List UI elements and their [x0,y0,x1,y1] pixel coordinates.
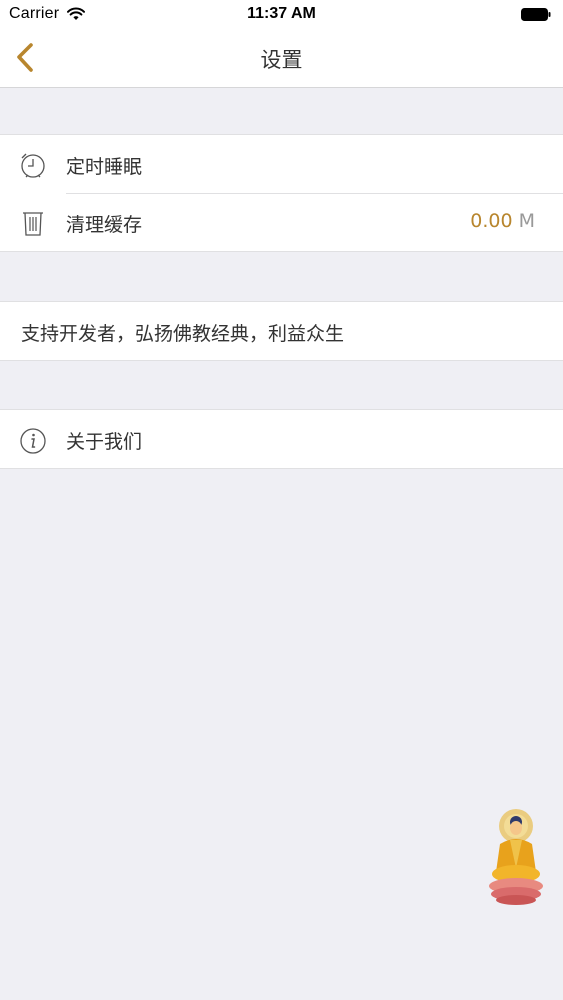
sleep-timer-label: 定时睡眠 [66,156,143,178]
cache-size-unit: M [518,210,535,232]
sleep-timer-row[interactable]: 定时睡眠 [0,135,563,193]
about-us-label: 关于我们 [66,431,143,453]
navigation-bar: 设置 [0,30,563,88]
page-title: 设置 [260,48,303,72]
settings-group-about: 关于我们 [0,409,563,469]
battery-icon [521,8,551,21]
settings-group-support: 支持开发者，弘扬佛教经典，利益众生 [0,301,563,361]
clear-cache-label: 清理缓存 [66,214,143,236]
floating-buddha-button[interactable] [486,808,546,908]
trash-icon [23,212,43,236]
alarm-clock-icon [21,153,45,178]
clear-cache-row[interactable]: 清理缓存 0.00 M [0,193,563,251]
status-bar: Carrier 11:37 AM [0,0,563,30]
support-developer-row[interactable]: 支持开发者，弘扬佛教经典，利益众生 [0,302,563,360]
clock-time: 11:37 AM [247,5,316,22]
info-icon [20,428,46,454]
cache-size-value: 0.00 M [470,210,535,232]
support-developer-label: 支持开发者，弘扬佛教经典，利益众生 [21,323,345,345]
buddha-figure-icon [489,809,543,905]
settings-group-general: 定时睡眠 清理缓存 0.00 M [0,134,563,252]
cache-size-number: 0.00 [470,210,513,232]
about-us-row[interactable]: 关于我们 [0,410,563,468]
